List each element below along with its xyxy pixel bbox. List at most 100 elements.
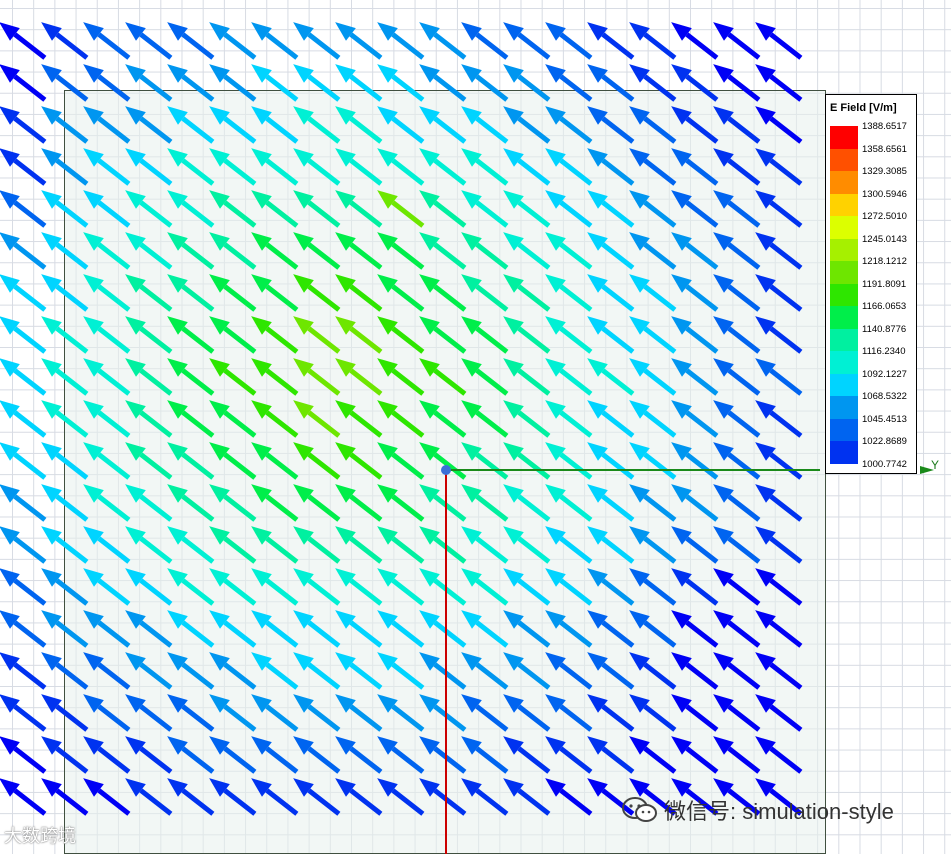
field-arrow-shaft xyxy=(643,158,677,186)
field-arrow-shaft xyxy=(265,200,299,228)
field-arrow-shaft xyxy=(349,788,383,816)
legend-label: 1191.8091 xyxy=(862,278,907,290)
field-arrow-shaft xyxy=(769,116,803,144)
field-arrow-shaft xyxy=(643,704,677,732)
field-arrow-shaft xyxy=(13,326,47,354)
legend-label: 1388.6517 xyxy=(862,121,907,132)
field-arrow-shaft xyxy=(517,620,551,648)
field-arrow-shaft xyxy=(349,620,383,648)
field-arrow-shaft xyxy=(265,410,299,438)
field-arrow-shaft xyxy=(643,662,677,690)
field-arrow-shaft xyxy=(559,662,593,690)
field-arrow-shaft xyxy=(559,74,593,102)
field-arrow-shaft xyxy=(55,284,89,312)
field-arrow-shaft xyxy=(559,410,593,438)
field-arrow-shaft xyxy=(517,368,551,396)
field-arrow-shaft xyxy=(349,662,383,690)
field-arrow-shaft xyxy=(769,32,803,60)
field-arrow-shaft xyxy=(391,536,425,564)
field-arrow-shaft xyxy=(475,494,509,522)
field-arrow-shaft xyxy=(475,74,509,102)
field-arrow-shaft xyxy=(265,662,299,690)
field-arrow-shaft xyxy=(307,242,341,270)
field-arrow-shaft xyxy=(97,746,131,774)
field-arrow-shaft xyxy=(769,704,803,732)
field-arrow-shaft xyxy=(433,74,467,102)
field-arrow-shaft xyxy=(601,284,635,312)
field-arrow-shaft xyxy=(433,32,467,60)
field-arrow-shaft xyxy=(223,662,257,690)
field-arrow-shaft xyxy=(391,410,425,438)
field-arrow-shaft xyxy=(307,116,341,144)
field-arrow-shaft xyxy=(433,326,467,354)
field-arrow-shaft xyxy=(265,578,299,606)
field-arrow-shaft xyxy=(13,32,47,60)
field-arrow-shaft xyxy=(685,74,719,102)
field-arrow-shaft xyxy=(223,326,257,354)
legend-swatch xyxy=(830,171,858,194)
field-arrow-shaft xyxy=(223,32,257,60)
field-arrow-shaft xyxy=(223,452,257,480)
field-arrow-shaft xyxy=(55,620,89,648)
field-arrow-shaft xyxy=(349,368,383,396)
field-arrow-shaft xyxy=(349,494,383,522)
field-arrow-shaft xyxy=(475,326,509,354)
field-arrow-shaft xyxy=(685,116,719,144)
field-arrow-shaft xyxy=(727,368,761,396)
field-arrow-shaft xyxy=(13,746,47,774)
field-arrow-shaft xyxy=(517,746,551,774)
field-arrow-shaft xyxy=(181,158,215,186)
field-arrow-shaft xyxy=(391,74,425,102)
field-arrow-shaft xyxy=(391,578,425,606)
plot-viewport[interactable]: Y E Field [V/m] 1388.6517 1358.6561 1329… xyxy=(0,0,951,854)
field-arrow-shaft xyxy=(139,746,173,774)
field-arrow-shaft xyxy=(475,410,509,438)
field-arrow-shaft xyxy=(349,410,383,438)
field-arrow-shaft xyxy=(475,536,509,564)
field-arrow-shaft xyxy=(97,368,131,396)
field-arrow-shaft xyxy=(559,704,593,732)
field-arrow-shaft xyxy=(55,158,89,186)
field-arrow-shaft xyxy=(55,704,89,732)
field-arrow-shaft xyxy=(181,704,215,732)
legend-swatch xyxy=(830,261,858,284)
field-arrow-shaft xyxy=(181,368,215,396)
field-arrow-shaft xyxy=(601,536,635,564)
field-arrow-shaft xyxy=(391,200,425,228)
legend-label: 1045.4513 xyxy=(862,413,907,425)
field-arrow-shaft xyxy=(223,578,257,606)
field-arrow-shaft xyxy=(97,74,131,102)
field-arrow-shaft xyxy=(223,158,257,186)
field-arrow-shaft xyxy=(559,746,593,774)
field-arrow-shaft xyxy=(727,620,761,648)
field-arrow-shaft xyxy=(433,788,467,816)
field-arrow-shaft xyxy=(475,452,509,480)
field-arrow-shaft xyxy=(55,242,89,270)
field-arrow-shaft xyxy=(559,368,593,396)
field-arrow-shaft xyxy=(685,620,719,648)
field-arrow-shaft xyxy=(97,284,131,312)
field-arrow-shaft xyxy=(559,32,593,60)
field-arrow-shaft xyxy=(181,578,215,606)
legend-title: E Field [V/m] xyxy=(830,102,897,114)
field-arrow-shaft xyxy=(433,158,467,186)
field-arrow-shaft xyxy=(307,284,341,312)
field-arrow-shaft xyxy=(643,200,677,228)
field-arrow-shaft xyxy=(97,578,131,606)
field-arrow-shaft xyxy=(139,410,173,438)
field-arrow-shaft xyxy=(55,200,89,228)
field-arrow-shaft xyxy=(685,326,719,354)
field-arrow-shaft xyxy=(307,704,341,732)
field-arrow-shaft xyxy=(643,32,677,60)
origin-marker xyxy=(441,465,451,475)
field-arrow-shaft xyxy=(559,578,593,606)
legend-swatch xyxy=(830,148,858,171)
field-arrow-shaft xyxy=(13,242,47,270)
field-arrow-shaft xyxy=(349,578,383,606)
field-arrow-shaft xyxy=(223,242,257,270)
field-arrow-shaft xyxy=(265,158,299,186)
field-arrow-shaft xyxy=(139,32,173,60)
field-arrow-shaft xyxy=(517,200,551,228)
legend-swatch xyxy=(830,373,858,396)
field-arrow-shaft xyxy=(517,788,551,816)
